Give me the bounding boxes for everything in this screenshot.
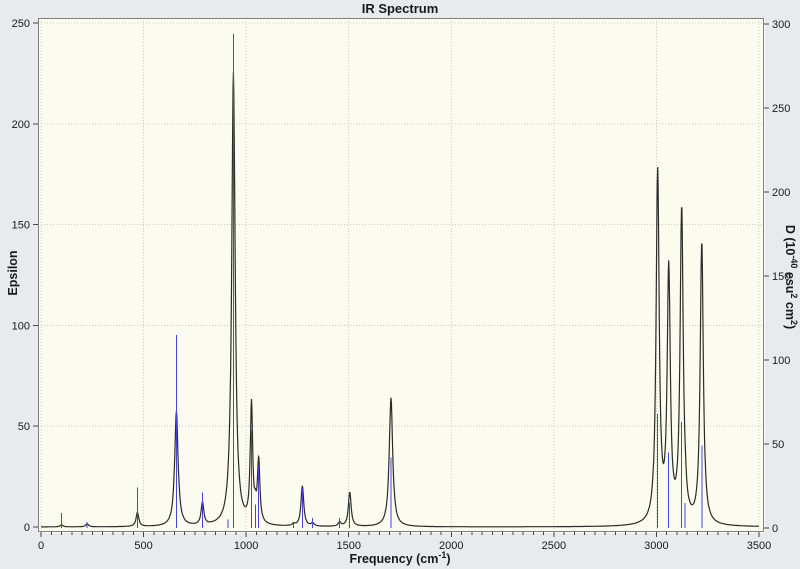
tick-label: 50 [18,421,30,433]
spectrum-plot-canvas[interactable]: 0 500 1000 1500 2000 2500 3000 3500050100150200… [0,0,800,569]
tick-label: 3500 [747,540,771,552]
tick-label: 200 [772,187,790,199]
tick-label: 500 [134,540,152,552]
tick-label: 1500 [336,540,360,552]
tick-label: 100 [772,355,790,367]
tick-label: 1000 [234,540,258,552]
tick-label: 0 [38,540,44,552]
tick-label: 0 [24,522,30,534]
ir-spectrum-window: IR Spectrum Epsilon D (10-40 esu2 cm2) F… [0,0,800,569]
tick-label: 2500 [542,540,566,552]
tick-label: 200 [12,119,30,131]
tick-label: 150 [772,271,790,283]
tick-label: 2000 [439,540,463,552]
tick-label: 150 [12,220,30,232]
tick-label: 50 [772,439,784,451]
tick-label: 250 [772,103,790,115]
tick-label: 0 [772,523,778,535]
tick-label: 100 [12,320,30,332]
tick-label: 300 [772,19,790,31]
tick-label: 3000 [644,540,668,552]
tick-label: 250 [12,18,30,30]
